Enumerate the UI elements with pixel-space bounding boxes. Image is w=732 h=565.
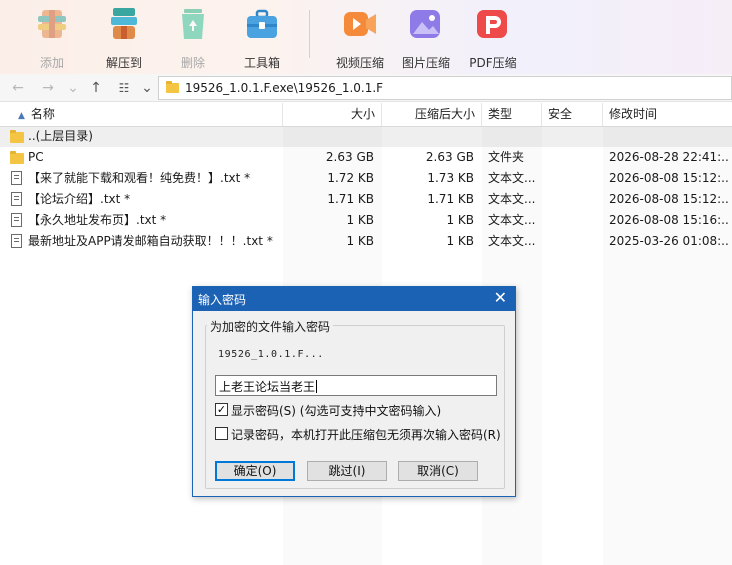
file-row[interactable]: 最新地址及APP请发邮箱自动获取！！！.txt * 1 KB 1 KB 文本文.… bbox=[0, 231, 732, 252]
password-value: 上老王论坛当老王 bbox=[219, 380, 316, 394]
row-packed-size: 2.63 GB bbox=[425, 150, 474, 164]
extract-to-button[interactable]: 解压到 bbox=[93, 4, 155, 70]
row-type: 文本文... bbox=[488, 171, 536, 185]
text-caret bbox=[316, 380, 318, 393]
address-folder-icon bbox=[166, 81, 179, 93]
row-type: 文本文... bbox=[488, 234, 536, 248]
row-name: 【永久地址发布页】.txt * bbox=[28, 213, 167, 227]
remember-password-label: 记录密码，本机打开此压缩包无须再次输入密码(R) bbox=[231, 428, 501, 442]
skip-button[interactable]: 跳过(I) bbox=[307, 461, 387, 481]
text-file-icon bbox=[11, 171, 22, 185]
add-button-label: 添加 bbox=[39, 56, 64, 70]
column-type[interactable]: 类型 bbox=[482, 103, 542, 127]
dropdown-chevron-icon[interactable]: ⌄ bbox=[63, 78, 83, 98]
row-size: 1 KB bbox=[346, 213, 374, 227]
address-input[interactable]: 19526_1.0.1.F.exe\19526_1.0.1.F bbox=[158, 76, 732, 100]
password-dialog: 输入密码 ✕ 为加密的文件输入密码 19526_1.0.1.F... 上老王论坛… bbox=[192, 286, 516, 497]
row-packed-size: 1.73 KB bbox=[427, 171, 474, 185]
toolbar-separator bbox=[309, 10, 310, 58]
delete-button[interactable]: 删除 bbox=[162, 4, 224, 70]
row-size: 1.71 KB bbox=[327, 192, 374, 206]
text-file-icon bbox=[11, 213, 22, 227]
password-input[interactable]: 上老王论坛当老王 bbox=[215, 375, 497, 396]
row-name: ..(上层目录) bbox=[28, 129, 93, 143]
add-archive-icon bbox=[34, 6, 70, 42]
dialog-title: 输入密码 bbox=[198, 293, 247, 307]
view-mode-chevron-icon[interactable]: ⌄ bbox=[137, 78, 157, 98]
close-icon[interactable]: ✕ bbox=[494, 288, 507, 308]
image-compress-button[interactable]: 图片压缩 bbox=[395, 4, 457, 70]
toolbox-icon bbox=[244, 6, 280, 42]
file-row[interactable]: 【永久地址发布页】.txt * 1 KB 1 KB 文本文... 2026-08… bbox=[0, 210, 732, 231]
extract-to-icon bbox=[106, 6, 142, 42]
delete-recycle-icon bbox=[175, 6, 211, 42]
row-name: 最新地址及APP请发邮箱自动获取！！！.txt * bbox=[28, 234, 273, 248]
row-packed-size: 1 KB bbox=[446, 213, 474, 227]
file-row[interactable]: 【论坛介绍】.txt * 1.71 KB 1.71 KB 文本文... 2026… bbox=[0, 189, 732, 210]
column-header: ▲ 名称 大小 压缩后大小 类型 安全 修改时间 bbox=[0, 103, 732, 127]
column-packed-size[interactable]: 压缩后大小 bbox=[382, 103, 482, 127]
column-size[interactable]: 大小 bbox=[283, 103, 382, 127]
ok-button[interactable]: 确定(O) bbox=[215, 461, 295, 481]
row-type: 文本文... bbox=[488, 213, 536, 227]
column-name[interactable]: ▲ 名称 bbox=[0, 103, 283, 127]
row-modified: 2026-08-08 15:12:... bbox=[609, 171, 729, 185]
remember-password-checkbox[interactable] bbox=[215, 427, 228, 440]
row-size: 1.72 KB bbox=[327, 171, 374, 185]
image-compress-button-label: 图片压缩 bbox=[401, 56, 450, 70]
row-modified: 2026-08-08 15:12:... bbox=[609, 192, 729, 206]
row-modified: 2025-03-26 01:08:... bbox=[609, 234, 729, 248]
address-path: 19526_1.0.1.F.exe\19526_1.0.1.F bbox=[185, 81, 384, 95]
row-type: 文本文... bbox=[488, 192, 536, 206]
show-password-label: 显示密码(S) (勾选可支持中文密码输入) bbox=[231, 404, 442, 418]
folder-icon bbox=[10, 130, 24, 143]
folder-icon bbox=[10, 151, 24, 164]
view-mode-icon[interactable]: ☷ bbox=[114, 78, 134, 98]
row-packed-size: 1 KB bbox=[446, 234, 474, 248]
add-button[interactable]: 添加 bbox=[21, 4, 83, 70]
row-size: 1 KB bbox=[346, 234, 374, 248]
row-type: 文件夹 bbox=[488, 150, 525, 164]
toolbox-button[interactable]: 工具箱 bbox=[231, 4, 293, 70]
row-modified: 2026-08-08 15:16:... bbox=[609, 213, 729, 227]
cancel-button[interactable]: 取消(C) bbox=[398, 461, 478, 481]
back-arrow-icon[interactable]: ← bbox=[8, 78, 28, 98]
address-bar-row: ← → ⌄ ↑ ☷ ⌄ 19526_1.0.1.F.exe\19526_1.0.… bbox=[0, 74, 732, 102]
extract-to-button-label: 解压到 bbox=[105, 56, 142, 70]
show-password-checkbox[interactable]: ✓ bbox=[215, 403, 228, 416]
video-compress-icon bbox=[342, 6, 378, 42]
pdf-compress-button-label: PDF压缩 bbox=[469, 56, 517, 70]
archive-filename: 19526_1.0.1.F... bbox=[218, 349, 324, 360]
pdf-compress-icon bbox=[475, 6, 511, 42]
row-size: 2.63 GB bbox=[325, 150, 374, 164]
parent-directory-row[interactable]: ..(上层目录) bbox=[0, 126, 732, 147]
column-modified[interactable]: 修改时间 bbox=[603, 103, 732, 127]
file-row[interactable]: PC 2.63 GB 2.63 GB 文件夹 2026-08-28 22:41:… bbox=[0, 147, 732, 168]
row-packed-size: 1.71 KB bbox=[427, 192, 474, 206]
row-modified: 2026-08-28 22:41:... bbox=[609, 150, 729, 164]
column-security[interactable]: 安全 bbox=[542, 103, 603, 127]
up-arrow-icon[interactable]: ↑ bbox=[86, 78, 106, 98]
video-compress-button-label: 视频压缩 bbox=[335, 56, 384, 70]
row-name: PC bbox=[28, 150, 44, 164]
dialog-title-bar[interactable]: 输入密码 ✕ bbox=[193, 287, 515, 311]
image-compress-icon bbox=[408, 6, 444, 42]
file-row[interactable]: 【来了就能下载和观看！纯免费！】.txt * 1.72 KB 1.73 KB 文… bbox=[0, 168, 732, 189]
sort-ascending-icon: ▲ bbox=[18, 111, 25, 121]
toolbar: 添加 解压到 删除 工具箱 视频压缩 图片压缩 PDF压缩 bbox=[0, 0, 732, 74]
toolbox-button-label: 工具箱 bbox=[243, 56, 280, 70]
row-name: 【来了就能下载和观看！纯免费！】.txt * bbox=[28, 171, 251, 185]
text-file-icon bbox=[11, 234, 22, 248]
text-file-icon bbox=[11, 192, 22, 206]
row-name: 【论坛介绍】.txt * bbox=[28, 192, 131, 206]
forward-arrow-icon[interactable]: → bbox=[38, 78, 58, 98]
delete-button-label: 删除 bbox=[180, 56, 205, 70]
pdf-compress-button[interactable]: PDF压缩 bbox=[462, 4, 524, 70]
group-label: 为加密的文件输入密码 bbox=[207, 318, 334, 335]
video-compress-button[interactable]: 视频压缩 bbox=[329, 4, 391, 70]
